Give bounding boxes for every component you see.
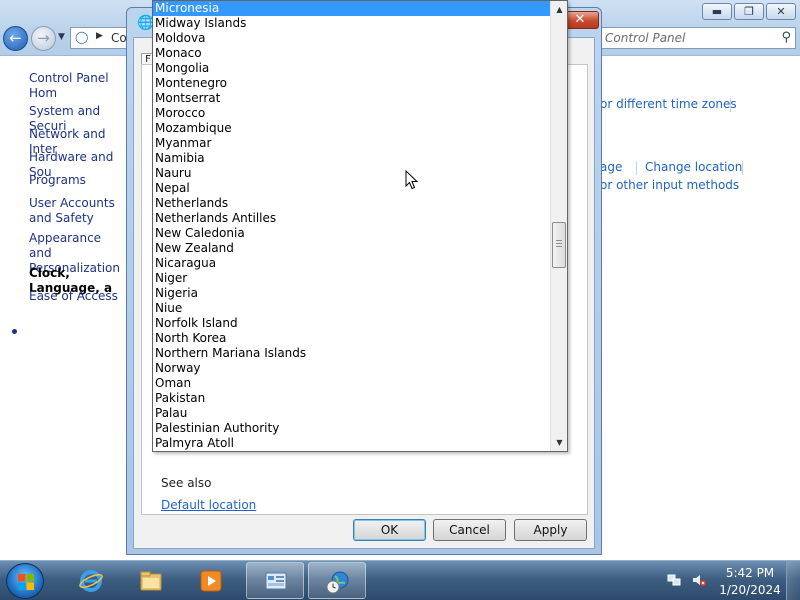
- back-arrow-icon: ←: [9, 29, 22, 47]
- dropdown-option[interactable]: Oman: [153, 376, 550, 391]
- location-dropdown-list[interactable]: Micronesia Midway Islands Moldova Monaco Mon…: [152, 0, 568, 452]
- globe-clock-icon: [326, 571, 349, 594]
- dropdown-option[interactable]: Nepal: [153, 181, 550, 196]
- sidebar-item-ease-of-access[interactable]: Ease of Access: [29, 289, 134, 304]
- dropdown-option[interactable]: Morocco: [153, 106, 550, 121]
- dropdown-option[interactable]: Palmyra Atoll: [153, 436, 550, 451]
- dropdown-scrollbar[interactable]: ▲ ▼: [550, 1, 567, 451]
- cancel-button[interactable]: Cancel: [433, 519, 506, 541]
- dropdown-options: Micronesia Midway Islands Moldova Monaco Mon…: [153, 1, 550, 451]
- dropdown-option[interactable]: Palestinian Authority: [153, 421, 550, 436]
- recent-pages-chevron-icon[interactable]: ▼: [58, 32, 65, 42]
- apply-button[interactable]: Apply: [514, 519, 587, 541]
- clock-date[interactable]: 1/20/2024: [718, 583, 782, 597]
- dropdown-option[interactable]: New Caledonia: [153, 226, 550, 241]
- search-icon[interactable]: ⚲: [781, 30, 791, 45]
- volume-muted-icon[interactable]: [692, 573, 706, 587]
- taskbar-region-settings[interactable]: [308, 562, 366, 599]
- link-separator: [730, 98, 731, 112]
- clock-time[interactable]: 5:42 PM: [718, 566, 782, 580]
- scrollbar-thumb[interactable]: [552, 221, 566, 268]
- forward-button[interactable]: →: [31, 26, 56, 51]
- minimize-button[interactable]: ▬: [702, 3, 732, 20]
- sidebar-item-user-accounts[interactable]: User Accounts and Safety: [29, 196, 127, 226]
- control-panel-icon: ◯: [75, 30, 89, 44]
- dropdown-option[interactable]: New Zealand: [153, 241, 550, 256]
- windows-logo-icon: [18, 574, 34, 590]
- dropdown-option[interactable]: Niue: [153, 301, 550, 316]
- time-zones-link[interactable]: or different time zones: [600, 97, 737, 111]
- taskbar-internet-explorer[interactable]: [62, 562, 120, 599]
- folder-icon: [140, 571, 162, 591]
- start-button[interactable]: [6, 563, 44, 599]
- grip-icon: [556, 239, 562, 249]
- dropdown-option[interactable]: Netherlands: [153, 196, 550, 211]
- dropdown-option[interactable]: Palau: [153, 406, 550, 421]
- taskbar-control-panel[interactable]: [246, 562, 304, 599]
- dropdown-option[interactable]: Northern Mariana Islands: [153, 346, 550, 361]
- dropdown-option[interactable]: Moldova: [153, 31, 550, 46]
- maximize-button[interactable]: ❐: [734, 3, 764, 20]
- sidebar-item-control-panel-home[interactable]: Control Panel Hom: [29, 71, 134, 101]
- scroll-up-icon[interactable]: ▲: [551, 1, 567, 18]
- dropdown-option[interactable]: Nauru: [153, 166, 550, 181]
- dropdown-option[interactable]: Micronesia: [153, 1, 550, 16]
- back-button[interactable]: ←: [3, 26, 28, 51]
- network-icon[interactable]: [667, 573, 681, 587]
- change-location-link[interactable]: Change location: [645, 160, 742, 174]
- link-separator: [742, 161, 743, 175]
- mouse-cursor-icon: [405, 170, 419, 190]
- breadcrumb[interactable]: Co: [111, 31, 127, 45]
- dropdown-option[interactable]: Montenegro: [153, 76, 550, 91]
- dropdown-option[interactable]: Niger: [153, 271, 550, 286]
- dropdown-option[interactable]: Nigeria: [153, 286, 550, 301]
- input-methods-link[interactable]: or other input methods: [600, 178, 739, 192]
- taskbar-windows-explorer[interactable]: [122, 562, 180, 599]
- search-placeholder: Control Panel: [605, 31, 686, 45]
- media-player-icon: [200, 570, 222, 592]
- dropdown-option[interactable]: Nicaragua: [153, 256, 550, 271]
- default-location-link[interactable]: Default location: [161, 498, 256, 512]
- dropdown-option[interactable]: Namibia: [153, 151, 550, 166]
- ok-button[interactable]: OK: [353, 519, 426, 541]
- scroll-down-icon[interactable]: ▼: [551, 434, 567, 451]
- close-button[interactable]: ✕: [766, 3, 796, 20]
- taskbar-media-player[interactable]: [182, 562, 240, 599]
- dropdown-option[interactable]: Monaco: [153, 46, 550, 61]
- sidebar-item-programs[interactable]: Programs: [29, 173, 134, 188]
- see-also-label: See also: [161, 476, 212, 490]
- forward-arrow-icon: →: [37, 29, 50, 47]
- show-desktop-button[interactable]: [786, 561, 800, 600]
- dropdown-option[interactable]: Norfolk Island: [153, 316, 550, 331]
- search-input[interactable]: Control Panel ⚲: [600, 27, 796, 49]
- sidebar: Control Panel Hom System and Securi Netw…: [0, 57, 140, 557]
- link-separator: [636, 161, 637, 175]
- language-link[interactable]: age: [600, 160, 622, 174]
- internet-explorer-icon: [79, 570, 103, 592]
- dropdown-option[interactable]: Norway: [153, 361, 550, 376]
- dropdown-option[interactable]: Mongolia: [153, 61, 550, 76]
- dropdown-option[interactable]: Netherlands Antilles: [153, 211, 550, 226]
- dropdown-option[interactable]: Mozambique: [153, 121, 550, 136]
- dropdown-option[interactable]: Montserrat: [153, 91, 550, 106]
- dropdown-option[interactable]: Pakistan: [153, 391, 550, 406]
- breadcrumb-chevron-icon[interactable]: ▶: [96, 31, 103, 41]
- current-category-bullet: [12, 329, 17, 334]
- dropdown-option[interactable]: North Korea: [153, 331, 550, 346]
- control-panel-icon: [265, 572, 287, 590]
- dropdown-option[interactable]: Myanmar: [153, 136, 550, 151]
- dropdown-option[interactable]: Midway Islands: [153, 16, 550, 31]
